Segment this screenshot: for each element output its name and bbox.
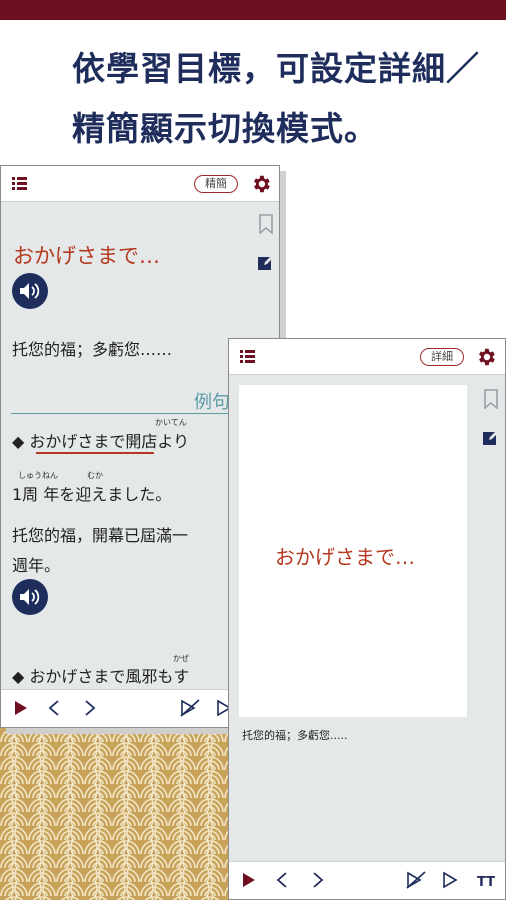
flashcard-panel[interactable]: おかげさまで…: [239, 385, 467, 717]
top-toolbar: 詳細: [229, 339, 505, 375]
play-icon[interactable]: [241, 870, 257, 890]
ruby-text: しゅうねん: [18, 471, 58, 480]
play-icon[interactable]: [13, 698, 29, 718]
top-toolbar: 精簡: [1, 166, 279, 202]
example-translation-1-cont: 週年。: [12, 556, 61, 575]
auto-play-icon[interactable]: [405, 870, 427, 890]
example-sentence-2: ◆ おかげさまで風邪もす: [12, 667, 190, 686]
top-banner-bar: [0, 0, 506, 20]
headword: おかげさまで…: [13, 244, 160, 268]
gear-icon[interactable]: [250, 173, 272, 195]
headline-line-1: 依學習目標，可設定詳細／: [72, 49, 480, 88]
mode-toggle-button[interactable]: 詳細: [420, 348, 464, 366]
wave-pattern-decoration: [0, 728, 232, 900]
section-label: 例句: [194, 392, 230, 413]
example-sentence-1-cont: 1周 年を迎えました。: [12, 485, 172, 504]
list-icon[interactable]: [240, 350, 255, 363]
gear-icon[interactable]: [475, 346, 497, 368]
meaning-text: 托您的福；多虧您……: [12, 340, 173, 359]
font-size-icon[interactable]: TT: [477, 875, 495, 890]
next-icon[interactable]: [83, 698, 97, 718]
prev-icon[interactable]: [275, 870, 289, 890]
auto-play-icon[interactable]: [179, 698, 201, 718]
speaker-icon[interactable]: [12, 273, 48, 309]
headword: おかげさまで…: [275, 545, 415, 569]
headline-line-2: 精簡顯示切換模式。: [72, 109, 378, 148]
detailed-mode-screen: 詳細 おかげさまで… 托您的福；多虧您..... TT: [228, 338, 506, 900]
bookmark-icon[interactable]: [484, 389, 498, 409]
bookmark-icon[interactable]: [259, 214, 273, 234]
prev-icon[interactable]: [47, 698, 61, 718]
bottom-toolbar: TT: [229, 861, 505, 899]
meaning-text: 托您的福；多虧您.....: [242, 729, 348, 742]
ruby-text: かいてん: [155, 418, 187, 427]
example-translation-1: 托您的福，開幕已屆滿一: [12, 526, 189, 545]
edit-icon[interactable]: [258, 255, 274, 271]
example-sentence-1: ◆ おかげさまで開店より: [12, 432, 190, 451]
sound-toggle-icon[interactable]: [441, 870, 459, 890]
ruby-text: むか: [87, 471, 103, 480]
next-icon[interactable]: [311, 870, 325, 890]
edit-icon[interactable]: [483, 430, 499, 446]
list-icon[interactable]: [12, 177, 27, 190]
mode-toggle-button[interactable]: 精簡: [194, 175, 238, 193]
keyword-underline: [36, 452, 154, 454]
speaker-icon[interactable]: [12, 579, 48, 615]
